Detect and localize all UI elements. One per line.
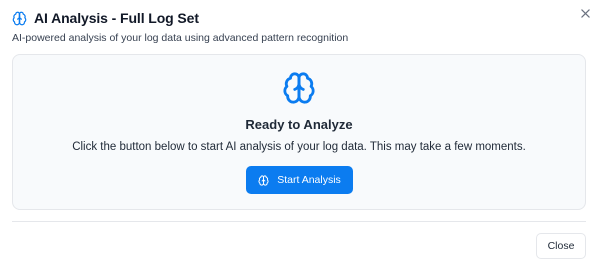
ai-analysis-dialog: AI Analysis - Full Log Set AI-powered an… (0, 0, 600, 268)
ready-description: Click the button below to start AI analy… (72, 141, 526, 153)
start-analysis-button[interactable]: Start Analysis (246, 166, 353, 194)
footer-divider (12, 221, 586, 222)
brain-icon (12, 11, 27, 26)
close-icon[interactable] (576, 4, 594, 22)
ready-heading: Ready to Analyze (245, 117, 353, 132)
brain-icon (282, 71, 316, 105)
brain-icon (258, 174, 269, 186)
start-analysis-label: Start Analysis (277, 174, 341, 186)
close-button[interactable]: Close (536, 233, 586, 259)
analysis-panel: Ready to Analyze Click the button below … (12, 54, 586, 210)
dialog-title: AI Analysis - Full Log Set (34, 10, 199, 26)
dialog-subtitle: AI-powered analysis of your log data usi… (12, 32, 349, 44)
dialog-header: AI Analysis - Full Log Set (12, 10, 199, 26)
